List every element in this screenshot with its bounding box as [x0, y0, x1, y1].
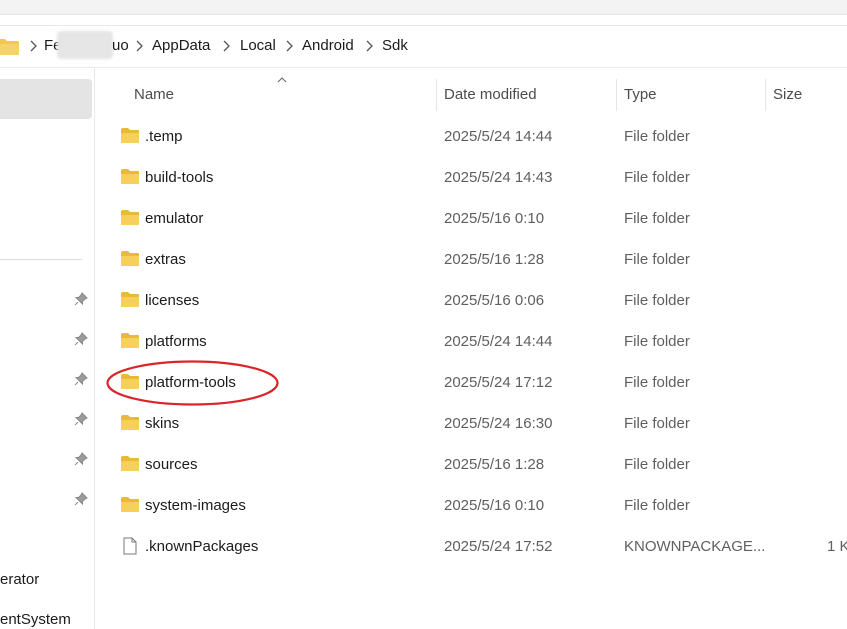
file-name: emulator	[145, 210, 204, 227]
column-header-type[interactable]: Type	[624, 86, 657, 103]
chevron-right-icon	[223, 40, 230, 52]
file-date: 2025/5/16 0:06	[444, 292, 545, 309]
folder-icon	[121, 292, 139, 307]
file-date: 2025/5/24 16:30	[444, 415, 553, 432]
file-date: 2025/5/24 14:44	[444, 128, 553, 145]
file-name: extras	[145, 251, 186, 268]
file-type: File folder	[624, 210, 690, 227]
file-type: File folder	[624, 374, 690, 391]
nav-item-selected[interactable]	[0, 79, 92, 119]
breadcrumb-android[interactable]: Android	[302, 37, 354, 54]
file-explorer-window: Fe uo AppData Local Android Sdk erator e…	[0, 0, 847, 629]
file-date: 2025/5/24 14:43	[444, 169, 553, 186]
file-row[interactable]: extras 2025/5/16 1:28 File folder	[104, 240, 847, 280]
breadcrumb-sdk[interactable]: Sdk	[382, 37, 408, 54]
file-type: File folder	[624, 169, 690, 186]
file-date: 2025/5/24 17:52	[444, 538, 553, 555]
column-header-size[interactable]: Size	[773, 86, 802, 103]
file-row[interactable]: platforms 2025/5/24 14:44 File folder	[104, 322, 847, 362]
column-separator[interactable]	[436, 79, 437, 111]
file-row[interactable]: skins 2025/5/24 16:30 File folder	[104, 404, 847, 444]
file-type: File folder	[624, 128, 690, 145]
file-row[interactable]: emulator 2025/5/16 0:10 File folder	[104, 199, 847, 239]
file-name: .temp	[145, 128, 183, 145]
file-name: platforms	[145, 333, 207, 350]
title-strip	[0, 0, 847, 15]
nav-divider	[0, 259, 82, 260]
breadcrumb: Fe uo AppData Local Android Sdk	[0, 30, 847, 62]
breadcrumb-divider	[0, 67, 847, 68]
column-header-name[interactable]: Name	[134, 86, 174, 103]
file-name: system-images	[145, 497, 246, 514]
pin-icon[interactable]	[74, 492, 88, 506]
file-row[interactable]: .temp 2025/5/24 14:44 File folder	[104, 117, 847, 157]
file-date: 2025/5/24 17:12	[444, 374, 553, 391]
pin-icon[interactable]	[74, 412, 88, 426]
file-name: .knownPackages	[145, 538, 259, 555]
folder-icon	[121, 415, 139, 430]
highlight-ellipse-annotation	[106, 360, 279, 406]
folder-icon	[121, 210, 139, 225]
folder-icon	[0, 39, 19, 55]
folder-icon	[121, 169, 139, 184]
pin-icon[interactable]	[74, 372, 88, 386]
breadcrumb-local[interactable]: Local	[240, 37, 276, 54]
file-date: 2025/5/16 0:10	[444, 210, 545, 227]
chevron-right-icon	[136, 40, 143, 52]
pin-icon[interactable]	[74, 452, 88, 466]
file-type: File folder	[624, 292, 690, 309]
file-type: File folder	[624, 497, 690, 514]
pane-divider	[94, 68, 95, 629]
breadcrumb-appdata[interactable]: AppData	[152, 37, 210, 54]
file-name: licenses	[145, 292, 200, 309]
pin-icon[interactable]	[74, 332, 88, 346]
file-type: File folder	[624, 456, 690, 473]
folder-icon	[121, 497, 139, 512]
file-name: build-tools	[145, 169, 214, 186]
file-row[interactable]: .knownPackages 2025/5/24 17:52 KNOWNPACK…	[104, 527, 847, 567]
toolbar-divider	[0, 25, 847, 26]
file-name: sources	[145, 456, 198, 473]
nav-item-label[interactable]: erator	[0, 571, 39, 588]
file-type: File folder	[624, 415, 690, 432]
folder-icon	[121, 251, 139, 266]
pin-icon[interactable]	[74, 292, 88, 306]
file-row[interactable]: system-images 2025/5/16 0:10 File folder	[104, 486, 847, 526]
chevron-right-icon	[366, 40, 373, 52]
column-separator[interactable]	[616, 79, 617, 111]
file-date: 2025/5/16 1:28	[444, 456, 545, 473]
column-header-date[interactable]: Date modified	[444, 86, 537, 103]
sort-ascending-icon	[277, 77, 287, 83]
file-type: KNOWNPACKAGE...	[624, 538, 766, 555]
breadcrumb-user-suffix[interactable]: uo	[112, 37, 129, 54]
folder-icon	[121, 456, 139, 471]
redacted-username	[57, 31, 113, 59]
file-name: skins	[145, 415, 180, 432]
file-icon	[123, 537, 137, 555]
file-row[interactable]: sources 2025/5/16 1:28 File folder	[104, 445, 847, 485]
file-size: 1 K	[827, 538, 847, 555]
file-row[interactable]: build-tools 2025/5/24 14:43 File folder	[104, 158, 847, 198]
column-separator[interactable]	[765, 79, 766, 111]
folder-icon	[121, 333, 139, 348]
chevron-right-icon	[286, 40, 293, 52]
file-date: 2025/5/16 0:10	[444, 497, 545, 514]
file-type: File folder	[624, 251, 690, 268]
chevron-right-icon	[30, 40, 37, 52]
file-row[interactable]: licenses 2025/5/16 0:06 File folder	[104, 281, 847, 321]
file-date: 2025/5/16 1:28	[444, 251, 545, 268]
file-date: 2025/5/24 14:44	[444, 333, 553, 350]
file-type: File folder	[624, 333, 690, 350]
nav-item-label[interactable]: entSystem	[0, 611, 71, 628]
folder-icon	[121, 128, 139, 143]
